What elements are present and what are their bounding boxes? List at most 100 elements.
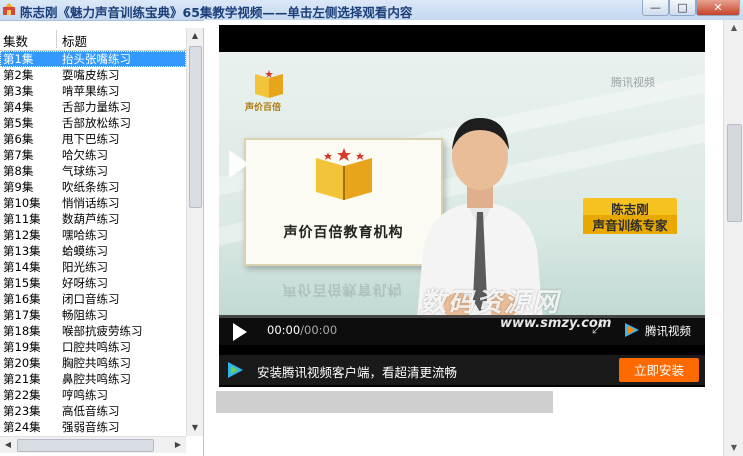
episode-number: 第23集 [3, 404, 41, 418]
list-item[interactable]: 第8集 气球练习 [0, 163, 186, 179]
episode-number: 第15集 [3, 276, 41, 290]
list-item[interactable]: 第17集 畅阻练习 [0, 307, 186, 323]
episode-number: 第16集 [3, 292, 41, 306]
episode-title: 阳光练习 [62, 260, 108, 274]
list-header: 集数 标题 [0, 28, 186, 51]
episode-number: 第14集 [3, 260, 41, 274]
title-bar: 陈志刚《魅力声音训练宝典》65集教学视频——单击左侧选择观看内容 — □ ✕ [0, 0, 743, 21]
episode-title: 舌部放松练习 [62, 116, 131, 130]
episode-number: 第22集 [3, 388, 41, 402]
episode-number: 第5集 [3, 116, 34, 130]
play-overlay-icon[interactable] [229, 150, 249, 178]
list-item[interactable]: 第3集 啃苹果练习 [0, 83, 186, 99]
tencent-watermark: 腾讯视频 [611, 76, 655, 89]
tencent-video-logo-icon[interactable] [623, 322, 641, 338]
scroll-down-arrow-icon[interactable]: ▼ [187, 420, 203, 436]
column-divider[interactable] [56, 30, 57, 48]
list-item[interactable]: 第15集 好呀练习 [0, 275, 186, 291]
episode-title: 哼鸣练习 [62, 388, 108, 402]
episode-title: 胸腔共鸣练习 [62, 356, 131, 370]
episode-title: 口腔共鸣练习 [62, 340, 131, 354]
list-item[interactable]: 第1集 抬头张嘴练习 [0, 51, 186, 67]
small-logo-text: 声价百倍 [245, 103, 282, 113]
list-item[interactable]: 第6集 甩下巴练习 [0, 131, 186, 147]
scroll-left-arrow-icon[interactable]: ◀ [0, 437, 16, 453]
episode-title: 吹纸条练习 [62, 180, 120, 194]
player-brand[interactable]: 腾讯视频 [645, 323, 691, 339]
video-player[interactable]: 声价百倍 腾讯视频 声价百倍教育机构 声价百倍教育机构 陈志刚 声音训练专家 0… [219, 25, 705, 387]
list-item[interactable]: 第21集 鼻腔共鸣练习 [0, 371, 186, 387]
episode-title: 蛤蟆练习 [62, 244, 108, 258]
maximize-button[interactable]: □ [669, 0, 696, 16]
scroll-right-arrow-icon[interactable]: ▶ [170, 437, 186, 453]
episode-number: 第10集 [3, 196, 41, 210]
list-item[interactable]: 第13集 蛤蟆练习 [0, 243, 186, 259]
episode-title: 强弱音练习 [62, 420, 120, 434]
episode-title: 哈欠练习 [62, 148, 108, 162]
minimize-button[interactable]: — [642, 0, 669, 16]
episode-title: 数葫芦练习 [62, 212, 120, 226]
play-button[interactable] [233, 323, 247, 341]
episode-title: 气球练习 [62, 164, 108, 178]
episode-title: 好呀练习 [62, 276, 108, 290]
episode-title: 耍嘴皮练习 [62, 68, 120, 82]
episode-number: 第19集 [3, 340, 41, 354]
list-item[interactable]: 第18集 喉部抗疲劳练习 [0, 323, 186, 339]
list-item[interactable]: 第12集 嘿哈练习 [0, 227, 186, 243]
list-item[interactable]: 第14集 阳光练习 [0, 259, 186, 275]
install-banner: 安装腾讯视频客户端，看超清更流畅 立即安装 [219, 355, 705, 385]
content-vertical-scrollbar[interactable]: ▲ ▼ [723, 20, 743, 456]
column-header-title[interactable]: 标题 [62, 31, 87, 50]
episode-title: 悄悄话练习 [62, 196, 120, 210]
episode-title: 嘿哈练习 [62, 228, 108, 242]
scroll-up-arrow-icon[interactable]: ▲ [724, 20, 743, 36]
list-vertical-scrollbar[interactable]: ▲ ▼ [186, 28, 203, 436]
column-header-episode[interactable]: 集数 [3, 31, 28, 50]
list-item[interactable]: 第20集 胸腔共鸣练习 [0, 355, 186, 371]
list-item[interactable]: 第2集 耍嘴皮练习 [0, 67, 186, 83]
list-item[interactable]: 第24集 强弱音练习 [0, 419, 186, 435]
episode-title: 喉部抗疲劳练习 [62, 324, 143, 338]
horizontal-scroll-thumb[interactable] [17, 439, 154, 452]
episode-number: 第1集 [3, 52, 34, 66]
list-item[interactable]: 第7集 哈欠练习 [0, 147, 186, 163]
site-watermark: 数码资源网 [420, 288, 561, 318]
app-icon [3, 3, 15, 15]
name-tag: 陈志刚 声音训练专家 [583, 198, 677, 234]
episode-number: 第24集 [3, 420, 41, 434]
list-item[interactable]: 第4集 舌部力量练习 [0, 99, 186, 115]
episode-title: 甩下巴练习 [62, 132, 120, 146]
book-logo-icon [316, 148, 372, 200]
episode-number: 第18集 [3, 324, 41, 338]
episode-title: 鼻腔共鸣练习 [62, 372, 131, 386]
episode-number: 第11集 [3, 212, 41, 226]
current-time: 00:00 [267, 323, 301, 337]
tencent-video-icon [228, 362, 243, 378]
scroll-down-arrow-icon[interactable]: ▼ [724, 440, 743, 456]
list-item[interactable]: 第11集 数葫芦练习 [0, 211, 186, 227]
episode-title: 舌部力量练习 [62, 100, 131, 114]
episode-title: 啃苹果练习 [62, 84, 120, 98]
list-item[interactable]: 第9集 吹纸条练习 [0, 179, 186, 195]
list-item[interactable]: 第16集 闭口音练习 [0, 291, 186, 307]
list-item[interactable]: 第10集 悄悄话练习 [0, 195, 186, 211]
window-title: 陈志刚《魅力声音训练宝典》65集教学视频——单击左侧选择观看内容 [20, 5, 413, 20]
book-logo-icon [255, 70, 283, 98]
episode-title: 闭口音练习 [62, 292, 120, 306]
close-button[interactable]: ✕ [696, 0, 740, 16]
board-text-reflection: 声价百倍教育机构 [282, 281, 403, 297]
scroll-thumb[interactable] [727, 124, 742, 222]
list-item[interactable]: 第22集 哼鸣练习 [0, 387, 186, 403]
episode-title: 高低音练习 [62, 404, 120, 418]
list-item[interactable]: 第19集 口腔共鸣练习 [0, 339, 186, 355]
list-item[interactable]: 第23集 高低音练习 [0, 403, 186, 419]
scroll-up-arrow-icon[interactable]: ▲ [187, 28, 203, 44]
list-item[interactable]: 第5集 舌部放松练习 [0, 115, 186, 131]
list-horizontal-scrollbar[interactable]: ◀ ▶ [0, 436, 186, 453]
episode-number: 第8集 [3, 164, 34, 178]
scroll-thumb[interactable] [189, 46, 202, 208]
episode-number: 第17集 [3, 308, 41, 322]
episode-number: 第21集 [3, 372, 41, 386]
install-button[interactable]: 立即安装 [619, 358, 699, 382]
episode-rows: 第1集 抬头张嘴练习 第2集 耍嘴皮练习 第3集 啃苹果练习 第4集 舌部力量练习 第5集 舌部放… [0, 51, 186, 435]
